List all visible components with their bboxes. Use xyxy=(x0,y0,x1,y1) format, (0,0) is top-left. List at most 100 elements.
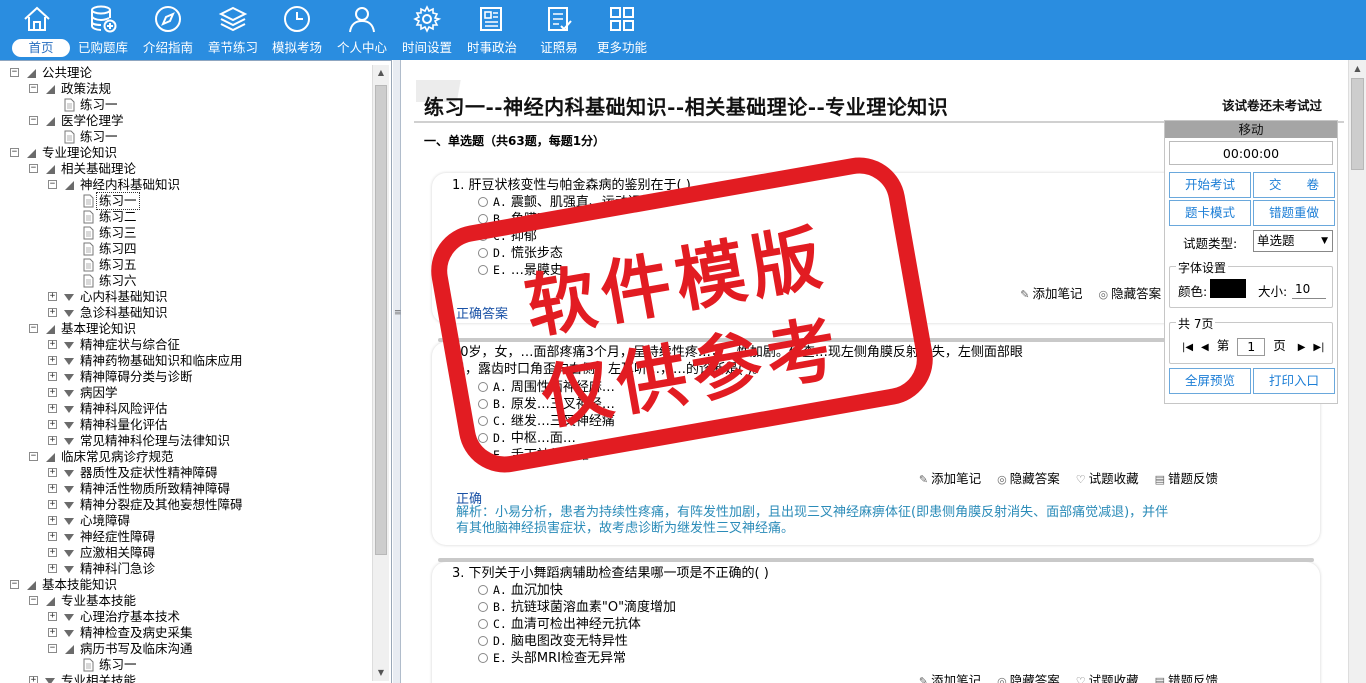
collapse-icon[interactable]: − xyxy=(10,68,19,77)
option-d[interactable]: D. 中枢…面… xyxy=(478,430,576,447)
nav-guide[interactable]: 介绍指南 xyxy=(135,0,201,60)
radio-icon[interactable] xyxy=(478,214,488,224)
expand-icon[interactable]: + xyxy=(48,532,57,541)
fullscreen-preview-button[interactable]: 全屏预览 xyxy=(1169,368,1251,394)
option-c[interactable]: C. 抑郁 xyxy=(478,228,537,245)
collapse-icon[interactable]: − xyxy=(29,164,38,173)
favorite-button[interactable]: ♡试题收藏 xyxy=(1076,471,1139,486)
option-d[interactable]: D. 慌张步态 xyxy=(478,245,563,262)
expand-icon[interactable]: + xyxy=(48,484,57,493)
collapse-icon[interactable]: − xyxy=(48,180,57,189)
expand-icon[interactable]: + xyxy=(48,548,57,557)
font-color-swatch[interactable] xyxy=(1210,279,1246,298)
pane-splitter[interactable]: ≡ xyxy=(393,60,402,683)
next-page-icon[interactable]: ▶ xyxy=(1298,342,1306,353)
expand-icon[interactable]: + xyxy=(48,308,57,317)
expand-icon[interactable]: + xyxy=(48,420,57,429)
panel-move-handle[interactable]: 移动 xyxy=(1165,121,1337,138)
redo-wrong-button[interactable]: 错题重做 xyxy=(1253,200,1335,226)
expand-icon[interactable]: + xyxy=(48,612,57,621)
tree-scroll-thumb[interactable] xyxy=(375,85,387,555)
collapse-icon[interactable]: − xyxy=(10,148,19,157)
nav-current-affairs[interactable]: 时事政治 xyxy=(459,0,525,60)
expand-icon[interactable]: + xyxy=(48,404,57,413)
nav-more[interactable]: 更多功能 xyxy=(589,0,655,60)
add-note-button[interactable]: ✎ 添加笔记 xyxy=(1020,286,1082,301)
question-type-select[interactable]: 单选题 ▼ xyxy=(1253,230,1333,252)
report-error-button[interactable]: ▤ 错题反馈 xyxy=(1155,673,1218,683)
first-page-icon[interactable]: |◀ xyxy=(1182,342,1193,353)
hide-answer-button[interactable]: ◎ 隐藏答案 xyxy=(997,673,1060,683)
option-b[interactable]: B. 抗链球菌溶血素"O"滴度增加 xyxy=(478,599,676,616)
expand-icon[interactable]: + xyxy=(48,468,57,477)
expand-icon[interactable]: + xyxy=(48,436,57,445)
report-error-button[interactable]: ▤ 错题反馈 xyxy=(1155,471,1218,486)
nav-time-settings[interactable]: 时间设置 xyxy=(394,0,460,60)
submit-paper-button[interactable]: 交 卷 xyxy=(1253,172,1335,198)
option-b[interactable]: B. 角膜K-F环 xyxy=(478,211,569,228)
last-page-icon[interactable]: ▶| xyxy=(1313,342,1324,353)
scroll-down-icon[interactable]: ▼ xyxy=(373,665,389,681)
nav-certificate[interactable]: 证照易 xyxy=(526,0,592,60)
print-button[interactable]: 打印入口 xyxy=(1253,368,1335,394)
font-size-input[interactable]: 10 xyxy=(1292,279,1326,299)
option-e[interactable]: E. 头部MRI检查无异常 xyxy=(478,650,626,667)
option-c[interactable]: C. 血清可检出神经元抗体 xyxy=(478,616,641,633)
expand-icon[interactable]: + xyxy=(48,500,57,509)
radio-icon[interactable] xyxy=(478,416,488,426)
tree-scrollbar[interactable]: ▲ ▼ xyxy=(372,65,389,681)
nav-mock-exam[interactable]: 模拟考场 xyxy=(264,0,330,60)
option-d[interactable]: D. 脑电图改变无特异性 xyxy=(478,633,628,650)
prev-page-icon[interactable]: ◀ xyxy=(1201,342,1209,353)
hide-answer-button[interactable]: ◎ 隐藏答案 xyxy=(1099,286,1162,301)
expand-icon[interactable]: + xyxy=(48,292,57,301)
content-scroll-thumb[interactable] xyxy=(1351,78,1364,170)
nav-chapter[interactable]: 章节练习 xyxy=(200,0,266,60)
option-a[interactable]: A. 血沉加快 xyxy=(478,582,563,599)
collapse-icon[interactable]: − xyxy=(29,596,38,605)
add-note-button[interactable]: ✎ 添加笔记 xyxy=(919,673,981,683)
option-e[interactable]: E. 舌下神经…瘫 xyxy=(478,447,589,464)
expand-icon[interactable]: + xyxy=(48,628,57,637)
expand-icon[interactable]: + xyxy=(48,564,57,573)
radio-icon[interactable] xyxy=(478,636,488,646)
nav-profile[interactable]: 个人中心 xyxy=(329,0,395,60)
card-mode-button[interactable]: 题卡模式 xyxy=(1169,200,1251,226)
radio-icon[interactable] xyxy=(478,399,488,409)
radio-icon[interactable] xyxy=(478,248,488,258)
content-scrollbar[interactable]: ▲ xyxy=(1348,60,1366,683)
expand-icon[interactable]: + xyxy=(48,372,57,381)
radio-icon[interactable] xyxy=(478,197,488,207)
radio-icon[interactable] xyxy=(478,433,488,443)
start-exam-button[interactable]: 开始考试 xyxy=(1169,172,1251,198)
nav-purchased[interactable]: 已购题库 xyxy=(70,0,136,60)
nav-home[interactable]: 首页 xyxy=(4,0,70,60)
favorite-button[interactable]: ♡试题收藏 xyxy=(1076,673,1139,683)
expand-icon[interactable]: + xyxy=(48,340,57,349)
radio-icon[interactable] xyxy=(478,450,488,460)
radio-icon[interactable] xyxy=(478,602,488,612)
option-e[interactable]: E. …景膜史 xyxy=(478,262,563,279)
radio-icon[interactable] xyxy=(478,382,488,392)
expand-icon[interactable]: + xyxy=(48,388,57,397)
radio-icon[interactable] xyxy=(478,653,488,663)
hide-answer-button[interactable]: ◎ 隐藏答案 xyxy=(997,471,1060,486)
scroll-up-icon[interactable]: ▲ xyxy=(373,65,389,81)
scroll-up-icon[interactable]: ▲ xyxy=(1349,60,1366,77)
radio-icon[interactable] xyxy=(478,585,488,595)
collapse-icon[interactable]: − xyxy=(29,84,38,93)
option-a[interactable]: A. 震颤、肌强直、运动迟缓 xyxy=(478,194,654,211)
radio-icon[interactable] xyxy=(478,231,488,241)
option-b[interactable]: B. 原发…三叉神经… xyxy=(478,396,615,413)
option-a[interactable]: A. 周围性面神经麻… xyxy=(478,379,615,396)
radio-icon[interactable] xyxy=(478,265,488,275)
option-c[interactable]: C. 继发…三叉神经痛 xyxy=(478,413,615,430)
collapse-icon[interactable]: − xyxy=(29,452,38,461)
collapse-icon[interactable]: − xyxy=(48,644,57,653)
expand-icon[interactable]: + xyxy=(29,676,38,683)
add-note-button[interactable]: ✎ 添加笔记 xyxy=(919,471,981,486)
expand-icon[interactable]: + xyxy=(48,516,57,525)
radio-icon[interactable] xyxy=(478,619,488,629)
page-number-input[interactable]: 1 xyxy=(1237,337,1266,356)
collapse-icon[interactable]: − xyxy=(29,116,38,125)
